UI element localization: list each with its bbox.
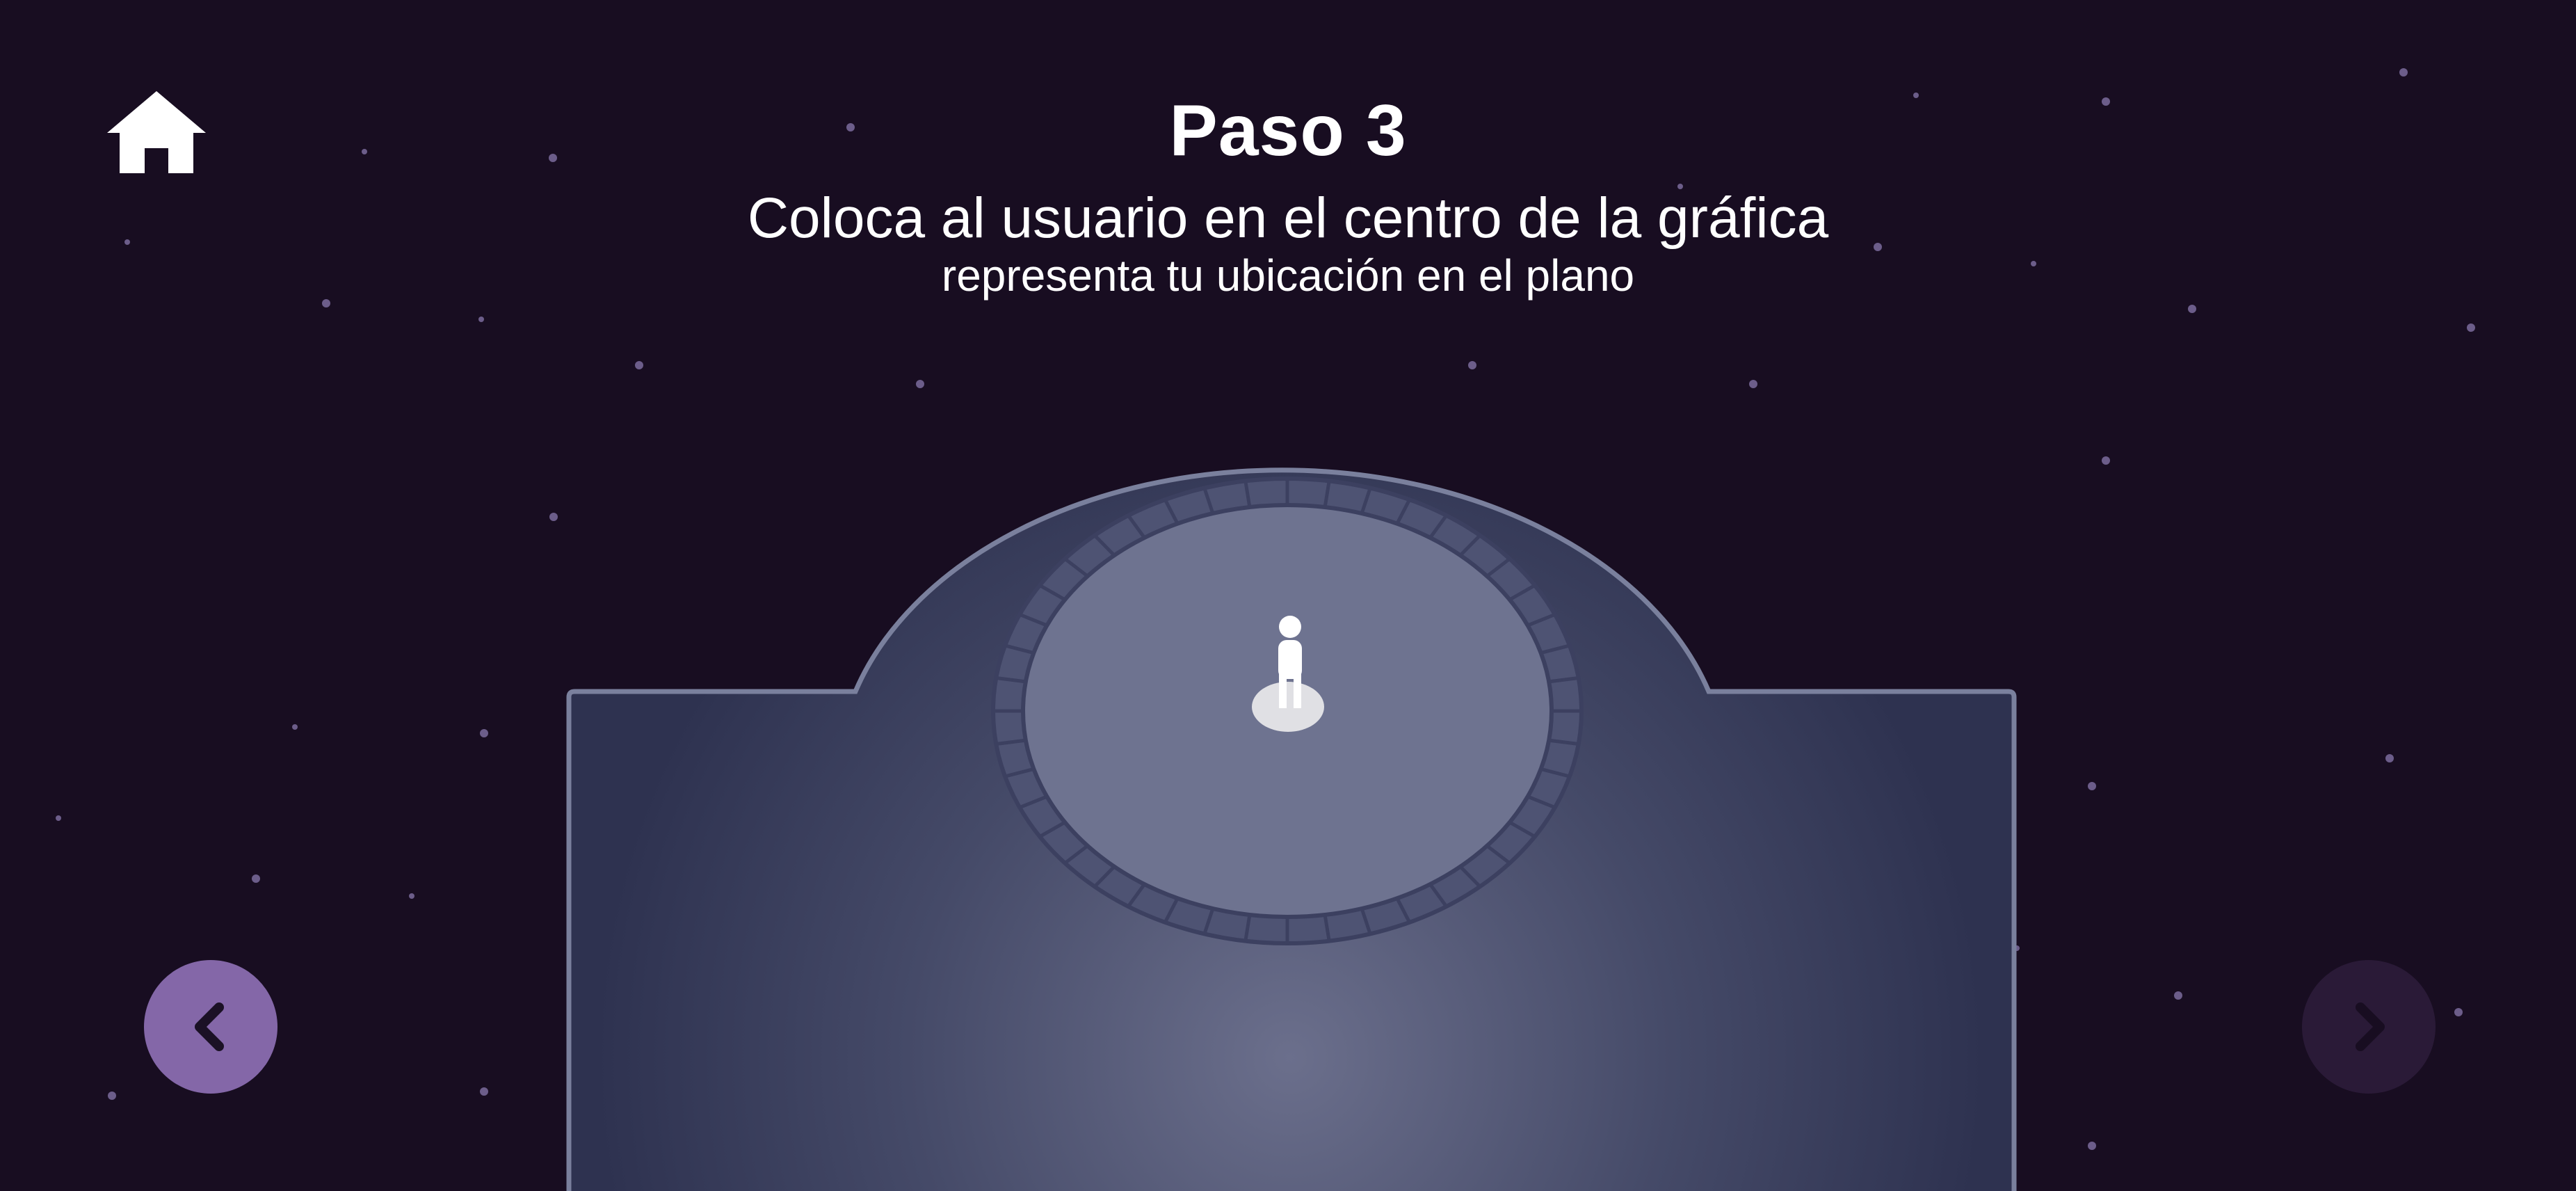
app-screen: Paso 3 Coloca al usuario en el centro de… [0, 0, 2576, 1191]
previous-button[interactable] [144, 960, 277, 1094]
step-caption: representa tu ubicación en el plano [941, 250, 1635, 301]
step-title: Paso 3 [1169, 90, 1407, 171]
step-instruction: Coloca al usuario en el centro de la grá… [747, 186, 1829, 250]
chevron-right-icon [2356, 1002, 2385, 1051]
chevron-left-icon [195, 1002, 224, 1051]
next-button[interactable] [2302, 960, 2436, 1094]
floor-plan-graphic [566, 467, 2017, 1191]
